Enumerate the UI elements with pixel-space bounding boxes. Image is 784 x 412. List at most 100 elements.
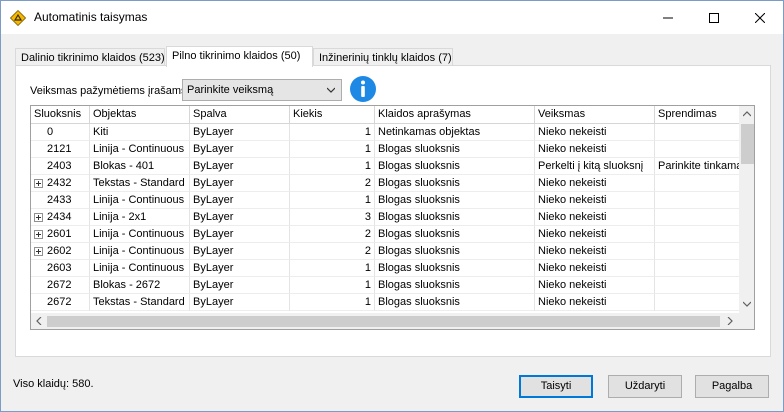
cell-object[interactable]: Blokas - 2672 (90, 277, 190, 294)
cell-count[interactable]: 1 (290, 124, 375, 141)
scroll-right-button[interactable] (722, 313, 738, 329)
cell-description[interactable]: Blogas sluoksnis (375, 226, 535, 243)
cell-description[interactable]: Blogas sluoksnis (375, 158, 535, 175)
close-button[interactable]: Uždaryti (608, 375, 682, 398)
cell-layer[interactable]: 2601 (31, 226, 90, 243)
tab-engineering-networks[interactable]: Inžinerinių tinklų klaidos (7) (313, 48, 453, 66)
column-header-description[interactable]: Klaidos aprašymas (375, 106, 535, 124)
column-header-action[interactable]: Veiksmas (535, 106, 655, 124)
cell-description[interactable]: Blogas sluoksnis (375, 294, 535, 311)
cell-count[interactable]: 1 (290, 277, 375, 294)
cell-action[interactable]: Nieko nekeisti (535, 192, 655, 209)
tab-partial-check[interactable]: Dalinio tikrinimo klaidos (523) (15, 48, 165, 66)
cell-color[interactable]: ByLayer (190, 141, 290, 158)
cell-color[interactable]: ByLayer (190, 294, 290, 311)
cell-object[interactable]: Linija - Continuous (90, 226, 190, 243)
cell-action[interactable]: Nieko nekeisti (535, 243, 655, 260)
vertical-scrollbar[interactable] (739, 106, 754, 313)
cell-count[interactable]: 1 (290, 192, 375, 209)
cell-count[interactable]: 2 (290, 226, 375, 243)
cell-color[interactable]: ByLayer (190, 209, 290, 226)
cell-action[interactable]: Nieko nekeisti (535, 141, 655, 158)
cell-object[interactable]: Linija - Continuous (90, 141, 190, 158)
column-header-count[interactable]: Kiekis (290, 106, 375, 124)
cell-color[interactable]: ByLayer (190, 277, 290, 294)
cell-layer[interactable]: 2672 (31, 294, 90, 311)
cell-color[interactable]: ByLayer (190, 175, 290, 192)
cell-description[interactable]: Blogas sluoksnis (375, 209, 535, 226)
cell-action[interactable]: Nieko nekeisti (535, 209, 655, 226)
cell-layer[interactable]: 0 (31, 124, 90, 141)
cell-color[interactable]: ByLayer (190, 158, 290, 175)
table-row[interactable]: 2602 Linija - Continuous ByLayer 2 Blogas sl… (31, 243, 754, 260)
table-row[interactable]: 2672 Blokas - 2672 ByLayer 1 Blogas sluoksni… (31, 277, 754, 294)
expand-plus-icon[interactable] (34, 213, 43, 222)
column-header-object[interactable]: Objektas (90, 106, 190, 124)
cell-action[interactable]: Perkelti į kitą sluoksnį (535, 158, 655, 175)
errors-table[interactable]: Sluoksnis Objektas Spalva Kiekis Klaidos… (30, 105, 755, 330)
column-header-layer[interactable]: Sluoksnis (31, 106, 90, 124)
cell-count[interactable]: 1 (290, 158, 375, 175)
column-header-color[interactable]: Spalva (190, 106, 290, 124)
expand-plus-icon[interactable] (34, 247, 43, 256)
vertical-scroll-thumb[interactable] (741, 124, 754, 164)
cell-description[interactable]: Blogas sluoksnis (375, 175, 535, 192)
minimize-button[interactable] (645, 1, 691, 34)
cell-layer[interactable]: 2602 (31, 243, 90, 260)
scroll-left-button[interactable] (31, 313, 47, 329)
cell-color[interactable]: ByLayer (190, 243, 290, 260)
cell-description[interactable]: Blogas sluoksnis (375, 243, 535, 260)
table-row[interactable]: 0 Kiti ByLayer 1 Netinkamas objektas Nieko ne… (31, 124, 754, 141)
cell-description[interactable]: Netinkamas objektas (375, 124, 535, 141)
help-button[interactable]: Pagalba (695, 375, 769, 398)
cell-count[interactable]: 1 (290, 260, 375, 277)
close-window-button[interactable] (737, 1, 783, 34)
cell-object[interactable]: Tekstas - Standard (90, 175, 190, 192)
cell-object[interactable]: Linija - Continuous (90, 192, 190, 209)
table-row[interactable]: 2672 Tekstas - Standard ByLayer 1 Blogas slu… (31, 294, 754, 311)
table-row[interactable]: 2403 Blokas - 401 ByLayer 1 Blogas sluoksnis… (31, 158, 754, 175)
horizontal-scroll-thumb[interactable] (47, 316, 720, 327)
cell-description[interactable]: Blogas sluoksnis (375, 192, 535, 209)
cell-count[interactable]: 1 (290, 294, 375, 311)
table-row[interactable]: 2601 Linija - Continuous ByLayer 2 Blogas sl… (31, 226, 754, 243)
cell-layer[interactable]: 2432 (31, 175, 90, 192)
cell-action[interactable]: Nieko nekeisti (535, 294, 655, 311)
title-bar[interactable]: Automatinis taisymas (1, 1, 783, 34)
cell-object[interactable]: Linija - Continuous (90, 260, 190, 277)
tab-full-check[interactable]: Pilno tikrinimo klaidos (50) (166, 46, 313, 67)
table-row[interactable]: 2121 Linija - Continuous ByLayer 1 Blogas sl… (31, 141, 754, 158)
cell-object[interactable]: Linija - 2x1 (90, 209, 190, 226)
action-select[interactable]: Parinkite veiksmą (182, 79, 342, 101)
cell-count[interactable]: 2 (290, 243, 375, 260)
cell-object[interactable]: Linija - Continuous (90, 243, 190, 260)
cell-object[interactable]: Kiti (90, 124, 190, 141)
cell-description[interactable]: Blogas sluoksnis (375, 260, 535, 277)
cell-color[interactable]: ByLayer (190, 124, 290, 141)
cell-object[interactable]: Blokas - 401 (90, 158, 190, 175)
cell-object[interactable]: Tekstas - Standard (90, 294, 190, 311)
cell-action[interactable]: Nieko nekeisti (535, 124, 655, 141)
horizontal-scrollbar[interactable] (31, 313, 739, 329)
cell-layer[interactable]: 2672 (31, 277, 90, 294)
table-row[interactable]: 2433 Linija - Continuous ByLayer 1 Blogas sl… (31, 192, 754, 209)
info-icon[interactable] (349, 75, 377, 103)
cell-count[interactable]: 2 (290, 175, 375, 192)
cell-count[interactable]: 3 (290, 209, 375, 226)
table-row[interactable]: 2432 Tekstas - Standard ByLayer 2 Blogas slu… (31, 175, 754, 192)
cell-description[interactable]: Blogas sluoksnis (375, 141, 535, 158)
cell-color[interactable]: ByLayer (190, 260, 290, 277)
cell-count[interactable]: 1 (290, 141, 375, 158)
cell-action[interactable]: Nieko nekeisti (535, 175, 655, 192)
cell-action[interactable]: Nieko nekeisti (535, 226, 655, 243)
cell-layer[interactable]: 2121 (31, 141, 90, 158)
maximize-button[interactable] (691, 1, 737, 34)
table-row[interactable]: 2434 Linija - 2x1 ByLayer 3 Blogas sluoksnis… (31, 209, 754, 226)
table-row[interactable]: 2603 Linija - Continuous ByLayer 1 Blogas sl… (31, 260, 754, 277)
cell-layer[interactable]: 2603 (31, 260, 90, 277)
cell-layer[interactable]: 2403 (31, 158, 90, 175)
scroll-down-button[interactable] (739, 296, 754, 312)
cell-action[interactable]: Nieko nekeisti (535, 277, 655, 294)
cell-layer[interactable]: 2433 (31, 192, 90, 209)
expand-plus-icon[interactable] (34, 230, 43, 239)
